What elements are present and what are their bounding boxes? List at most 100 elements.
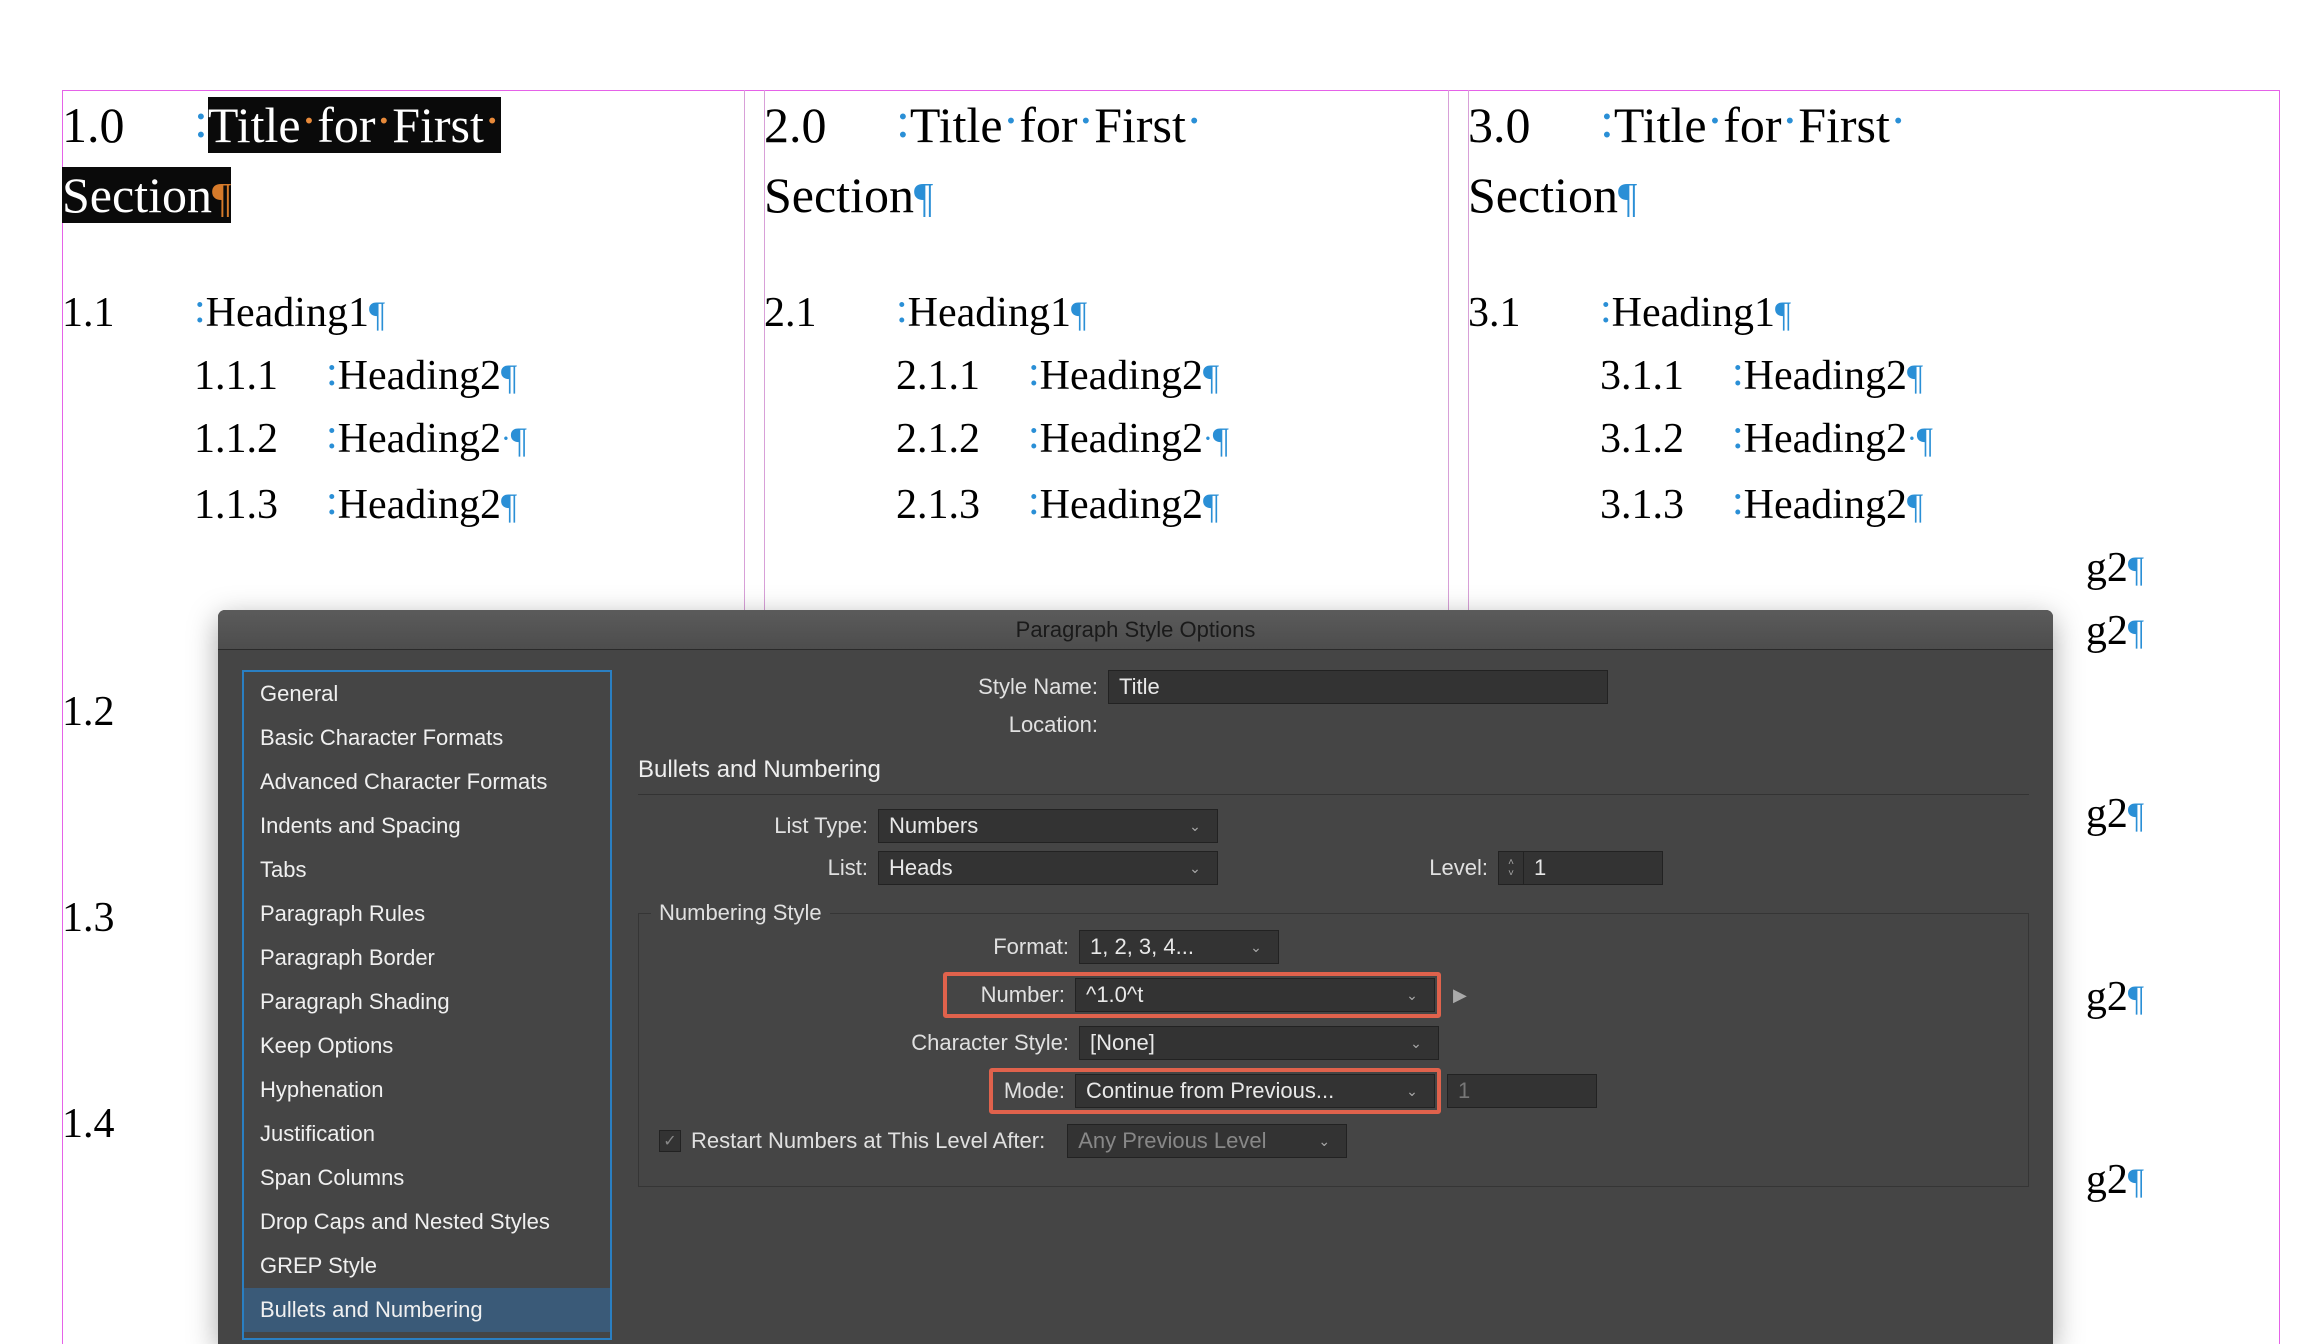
heading2-number: 3.1.1 — [1600, 345, 1732, 407]
start-at-input — [1447, 1074, 1597, 1108]
restart-label: Restart Numbers at This Level After: — [691, 1128, 1055, 1154]
mode-value: Continue from Previous... — [1086, 1078, 1334, 1104]
heading1-number: 1.4 — [62, 1093, 194, 1155]
sidebar-item-paragraph-shading[interactable]: Paragraph Shading — [244, 980, 610, 1024]
sidebar-item-indents-spacing[interactable]: Indents and Spacing — [244, 804, 610, 848]
heading1-text: Heading1 — [206, 290, 369, 336]
sidebar-item-advanced-character-formats[interactable]: Advanced Character Formats — [244, 760, 610, 804]
sidebar-item-justification[interactable]: Justification — [244, 1112, 610, 1156]
sidebar-item-general[interactable]: General — [244, 672, 610, 716]
sidebar-item-basic-character-formats[interactable]: Basic Character Formats — [244, 716, 610, 760]
partial-text: g2 — [2086, 545, 2128, 591]
list-value: Heads — [889, 855, 953, 881]
style-name-input[interactable] — [1108, 670, 1608, 704]
heading2-text: Heading2 — [1744, 482, 1907, 528]
heading2-number: 3.1.2 — [1600, 408, 1732, 470]
chevron-down-icon: ⌄ — [1400, 987, 1424, 1004]
chevron-down-icon: ⌄ — [1312, 1133, 1336, 1150]
heading1-number: 2.1 — [764, 282, 896, 344]
level-label: Level: — [1218, 855, 1498, 881]
numbering-style-fieldset: Numbering Style Format: 1, 2, 3, 4... ⌄ … — [638, 913, 2029, 1187]
heading2-text: Heading2 — [1040, 416, 1203, 462]
selected-text: Title·for·First· — [208, 97, 501, 153]
restart-select[interactable]: Any Previous Level ⌄ — [1067, 1124, 1347, 1158]
section-title: Bullets and Numbering — [638, 756, 2029, 784]
number-input[interactable]: ^1.0^t ⌄ — [1075, 978, 1435, 1012]
partial-text: g2 — [2086, 791, 2128, 837]
heading2-text: Heading2 — [1744, 353, 1907, 399]
heading2-number: 2.1.1 — [896, 345, 1028, 407]
numbering-style-title: Numbering Style — [651, 900, 830, 926]
partial-text: g2 — [2086, 974, 2128, 1020]
number-label: Number: — [949, 982, 1075, 1008]
heading1-number: 3.1 — [1468, 282, 1600, 344]
sidebar-item-span-columns[interactable]: Span Columns — [244, 1156, 610, 1200]
mode-highlight: Mode: Continue from Previous... ⌄ — [989, 1068, 1441, 1114]
sidebar-item-drop-caps[interactable]: Drop Caps and Nested Styles — [244, 1200, 610, 1244]
sidebar-item-paragraph-rules[interactable]: Paragraph Rules — [244, 892, 610, 936]
heading2-number: 2.1.3 — [896, 474, 1028, 536]
heading2-text: Heading2 — [1040, 353, 1203, 399]
dialog-main-panel: Style Name: Location: Bullets and Number… — [638, 670, 2029, 1344]
heading2-number: 1.1.3 — [194, 474, 326, 536]
list-type-label: List Type: — [678, 813, 878, 839]
number-highlight: Number: ^1.0^t ⌄ — [943, 972, 1441, 1018]
partial-text: g2 — [2086, 1157, 2128, 1203]
heading1-text: Heading1 — [1612, 290, 1775, 336]
heading2-text: Heading2 — [338, 416, 501, 462]
level-spinner[interactable]: ˄˅ — [1498, 851, 1524, 885]
heading2-number: 1.1.2 — [194, 408, 326, 470]
style-name-label: Style Name: — [928, 674, 1108, 700]
heading2-number: 2.1.2 — [896, 408, 1028, 470]
sidebar-item-tabs[interactable]: Tabs — [244, 848, 610, 892]
list-select[interactable]: Heads ⌄ — [878, 851, 1218, 885]
format-label: Format: — [659, 934, 1079, 960]
chevron-down-icon: ⌄ — [1183, 818, 1207, 835]
title-number: 3.0 — [1468, 90, 1600, 160]
number-value: ^1.0^t — [1086, 982, 1143, 1008]
heading1-number: 1.1 — [62, 282, 194, 344]
list-label: List: — [678, 855, 878, 881]
level-input[interactable] — [1523, 851, 1663, 885]
options-sidebar: General Basic Character Formats Advanced… — [242, 670, 612, 1340]
character-style-label: Character Style: — [659, 1030, 1079, 1056]
character-style-select[interactable]: [None] ⌄ — [1079, 1026, 1439, 1060]
selected-text: Section¶ — [62, 167, 231, 223]
title-number: 1.0 — [62, 90, 194, 160]
location-label: Location: — [928, 712, 1108, 738]
sidebar-item-hyphenation[interactable]: Hyphenation — [244, 1068, 610, 1112]
chevron-down-icon: ⌄ — [1400, 1083, 1424, 1100]
heading2-text: Heading2 — [1744, 416, 1907, 462]
format-select[interactable]: 1, 2, 3, 4... ⌄ — [1079, 930, 1279, 964]
mode-label: Mode: — [995, 1078, 1075, 1104]
list-type-value: Numbers — [889, 813, 978, 839]
sidebar-item-keep-options[interactable]: Keep Options — [244, 1024, 610, 1068]
character-style-value: [None] — [1090, 1030, 1155, 1056]
arrow-right-icon[interactable]: ▶ — [1453, 985, 1467, 1006]
sidebar-item-paragraph-border[interactable]: Paragraph Border — [244, 936, 610, 980]
chevron-down-icon: ⌄ — [1244, 939, 1268, 956]
heading1-number: 1.3 — [62, 887, 194, 949]
heading1-number: 1.2 — [62, 681, 194, 743]
restart-value: Any Previous Level — [1078, 1128, 1266, 1154]
mode-select[interactable]: Continue from Previous... ⌄ — [1075, 1074, 1435, 1108]
heading2-number: 1.1.1 — [194, 345, 326, 407]
heading2-text: Heading2 — [338, 353, 501, 399]
heading2-number: 3.1.3 — [1600, 474, 1732, 536]
section-divider — [638, 794, 2029, 795]
heading2-text: Heading2 — [338, 482, 501, 528]
text-column-2[interactable]: 2.0:Title·for·First· Section¶ 2.1:Headin… — [764, 90, 1446, 537]
sidebar-item-bullets-numbering[interactable]: Bullets and Numbering — [244, 1288, 610, 1332]
paragraph-style-options-dialog: Paragraph Style Options General Basic Ch… — [218, 610, 2053, 1344]
sidebar-item-grep-style[interactable]: GREP Style — [244, 1244, 610, 1288]
heading1-text: Heading1 — [908, 290, 1071, 336]
format-value: 1, 2, 3, 4... — [1090, 934, 1194, 960]
partial-text: g2 — [2086, 608, 2128, 654]
restart-checkbox[interactable]: ✓ — [659, 1130, 681, 1152]
chevron-down-icon: ⌄ — [1183, 860, 1207, 877]
title-number: 2.0 — [764, 90, 896, 160]
list-type-select[interactable]: Numbers ⌄ — [878, 809, 1218, 843]
heading2-text: Heading2 — [1040, 482, 1203, 528]
dialog-titlebar[interactable]: Paragraph Style Options — [218, 610, 2053, 650]
chevron-down-icon: ⌄ — [1404, 1035, 1428, 1052]
